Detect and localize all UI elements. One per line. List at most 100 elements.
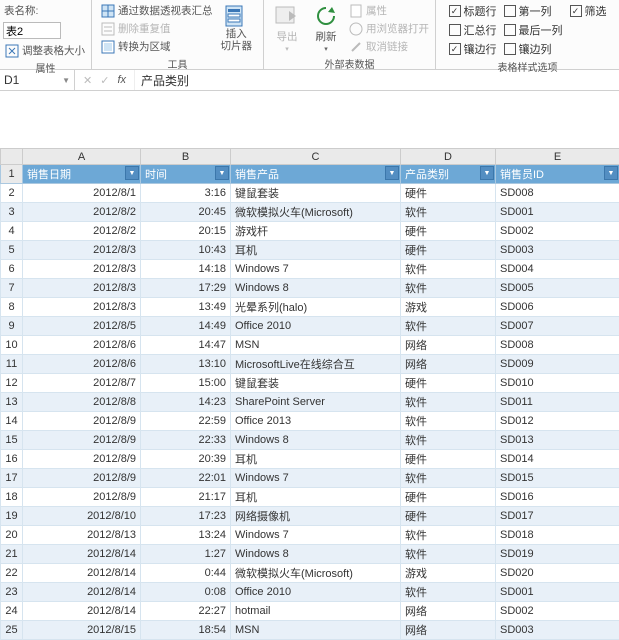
cell[interactable]: 游戏杆 bbox=[231, 222, 401, 241]
chk-first-col[interactable]: 第一列 bbox=[502, 2, 565, 20]
pivot-button[interactable]: 通过数据透视表汇总 bbox=[99, 2, 214, 19]
cell[interactable]: 微软模拟火车(Microsoft) bbox=[231, 203, 401, 222]
cell[interactable]: 键鼠套装 bbox=[231, 184, 401, 203]
filter-icon[interactable]: ▼ bbox=[604, 166, 618, 180]
cell[interactable]: 网络摄像机 bbox=[231, 507, 401, 526]
cell[interactable]: 15:00 bbox=[141, 374, 231, 393]
cell[interactable]: SD005 bbox=[496, 279, 619, 298]
row-header[interactable]: 4 bbox=[1, 222, 23, 241]
cell[interactable]: 2012/8/14 bbox=[23, 583, 141, 602]
chevron-down-icon[interactable]: ▼ bbox=[62, 76, 70, 85]
chk-header-row[interactable]: ✓标题行 bbox=[447, 2, 499, 20]
cell[interactable]: 硬件 bbox=[401, 222, 496, 241]
resize-table-button[interactable]: 调整表格大小 bbox=[3, 42, 86, 59]
cell[interactable]: 3:16 bbox=[141, 184, 231, 203]
cell[interactable]: 2012/8/9 bbox=[23, 488, 141, 507]
row-header[interactable]: 5 bbox=[1, 241, 23, 260]
cell[interactable]: 2012/8/3 bbox=[23, 298, 141, 317]
row-hdr-1[interactable]: 1 bbox=[1, 165, 23, 184]
cell[interactable]: 网络 bbox=[401, 602, 496, 621]
cell[interactable]: SD004 bbox=[496, 260, 619, 279]
cell[interactable]: SD015 bbox=[496, 469, 619, 488]
cell[interactable]: 2012/8/9 bbox=[23, 412, 141, 431]
convert-button[interactable]: 转换为区域 bbox=[99, 38, 214, 55]
cell[interactable]: 0:44 bbox=[141, 564, 231, 583]
cell[interactable]: SD006 bbox=[496, 298, 619, 317]
cell[interactable]: 2012/8/6 bbox=[23, 355, 141, 374]
cell[interactable]: Windows 8 bbox=[231, 431, 401, 450]
row-header[interactable]: 21 bbox=[1, 545, 23, 564]
cell[interactable]: MSN bbox=[231, 336, 401, 355]
confirm-icon[interactable]: ✓ bbox=[100, 74, 109, 87]
cell[interactable]: 耳机 bbox=[231, 450, 401, 469]
cell[interactable]: 2012/8/3 bbox=[23, 279, 141, 298]
cell[interactable]: Windows 8 bbox=[231, 279, 401, 298]
row-header[interactable]: 24 bbox=[1, 602, 23, 621]
row-header[interactable]: 23 bbox=[1, 583, 23, 602]
cell[interactable]: 13:24 bbox=[141, 526, 231, 545]
chk-banded-col[interactable]: 镶边列 bbox=[502, 40, 565, 58]
cell[interactable]: 硬件 bbox=[401, 184, 496, 203]
cell[interactable]: 软件 bbox=[401, 526, 496, 545]
row-header[interactable]: 13 bbox=[1, 393, 23, 412]
chk-last-col[interactable]: 最后一列 bbox=[502, 21, 565, 39]
col-B[interactable]: B bbox=[141, 149, 231, 165]
cell[interactable]: 14:49 bbox=[141, 317, 231, 336]
cell[interactable]: MicrosoftLive在线综合互 bbox=[231, 355, 401, 374]
col-D[interactable]: D bbox=[401, 149, 496, 165]
cell[interactable]: 14:47 bbox=[141, 336, 231, 355]
cell[interactable]: SharePoint Server bbox=[231, 393, 401, 412]
cell[interactable]: 网络 bbox=[401, 355, 496, 374]
cell[interactable]: 21:17 bbox=[141, 488, 231, 507]
row-header[interactable]: 14 bbox=[1, 412, 23, 431]
filter-icon[interactable]: ▼ bbox=[480, 166, 494, 180]
cell[interactable]: 软件 bbox=[401, 203, 496, 222]
cell[interactable]: hotmail bbox=[231, 602, 401, 621]
hdr-sales[interactable]: 销售员ID▼ bbox=[496, 165, 619, 184]
cell[interactable]: SD008 bbox=[496, 184, 619, 203]
cell[interactable]: 14:18 bbox=[141, 260, 231, 279]
cell[interactable]: SD001 bbox=[496, 203, 619, 222]
cell[interactable]: 20:39 bbox=[141, 450, 231, 469]
row-header[interactable]: 16 bbox=[1, 450, 23, 469]
row-header[interactable]: 19 bbox=[1, 507, 23, 526]
filter-icon[interactable]: ▼ bbox=[385, 166, 399, 180]
unlink-button[interactable]: 取消链接 bbox=[347, 38, 430, 55]
row-header[interactable]: 15 bbox=[1, 431, 23, 450]
cell[interactable]: SD011 bbox=[496, 393, 619, 412]
cell[interactable]: SD003 bbox=[496, 621, 619, 640]
chk-filter[interactable]: ✓筛选 bbox=[568, 2, 609, 20]
cell[interactable]: 软件 bbox=[401, 469, 496, 488]
cell[interactable]: 2012/8/7 bbox=[23, 374, 141, 393]
name-box[interactable]: D1 ▼ bbox=[0, 70, 75, 90]
row-header[interactable]: 11 bbox=[1, 355, 23, 374]
row-header[interactable]: 20 bbox=[1, 526, 23, 545]
cell[interactable]: 软件 bbox=[401, 583, 496, 602]
cell[interactable]: 20:15 bbox=[141, 222, 231, 241]
cell[interactable]: Windows 8 bbox=[231, 545, 401, 564]
cell[interactable]: 1:27 bbox=[141, 545, 231, 564]
cell[interactable]: 17:29 bbox=[141, 279, 231, 298]
cell[interactable]: 游戏 bbox=[401, 564, 496, 583]
cell[interactable]: 硬件 bbox=[401, 507, 496, 526]
col-E[interactable]: E bbox=[496, 149, 619, 165]
cell[interactable]: Office 2013 bbox=[231, 412, 401, 431]
cell[interactable]: 网络 bbox=[401, 621, 496, 640]
cell[interactable]: Office 2010 bbox=[231, 317, 401, 336]
cell[interactable]: 22:27 bbox=[141, 602, 231, 621]
cell[interactable]: Windows 7 bbox=[231, 260, 401, 279]
col-A[interactable]: A bbox=[23, 149, 141, 165]
cell[interactable]: 17:23 bbox=[141, 507, 231, 526]
dedup-button[interactable]: 删除重复值 bbox=[99, 20, 214, 37]
browser-button[interactable]: 用浏览器打开 bbox=[347, 20, 430, 37]
cell[interactable]: SD013 bbox=[496, 431, 619, 450]
row-header[interactable]: 6 bbox=[1, 260, 23, 279]
row-header[interactable]: 7 bbox=[1, 279, 23, 298]
cell[interactable]: Windows 7 bbox=[231, 526, 401, 545]
cell[interactable]: SD007 bbox=[496, 317, 619, 336]
cell[interactable]: 2012/8/3 bbox=[23, 241, 141, 260]
cell[interactable]: 14:23 bbox=[141, 393, 231, 412]
cell[interactable]: 2012/8/1 bbox=[23, 184, 141, 203]
row-header[interactable]: 2 bbox=[1, 184, 23, 203]
cell[interactable]: 2012/8/5 bbox=[23, 317, 141, 336]
